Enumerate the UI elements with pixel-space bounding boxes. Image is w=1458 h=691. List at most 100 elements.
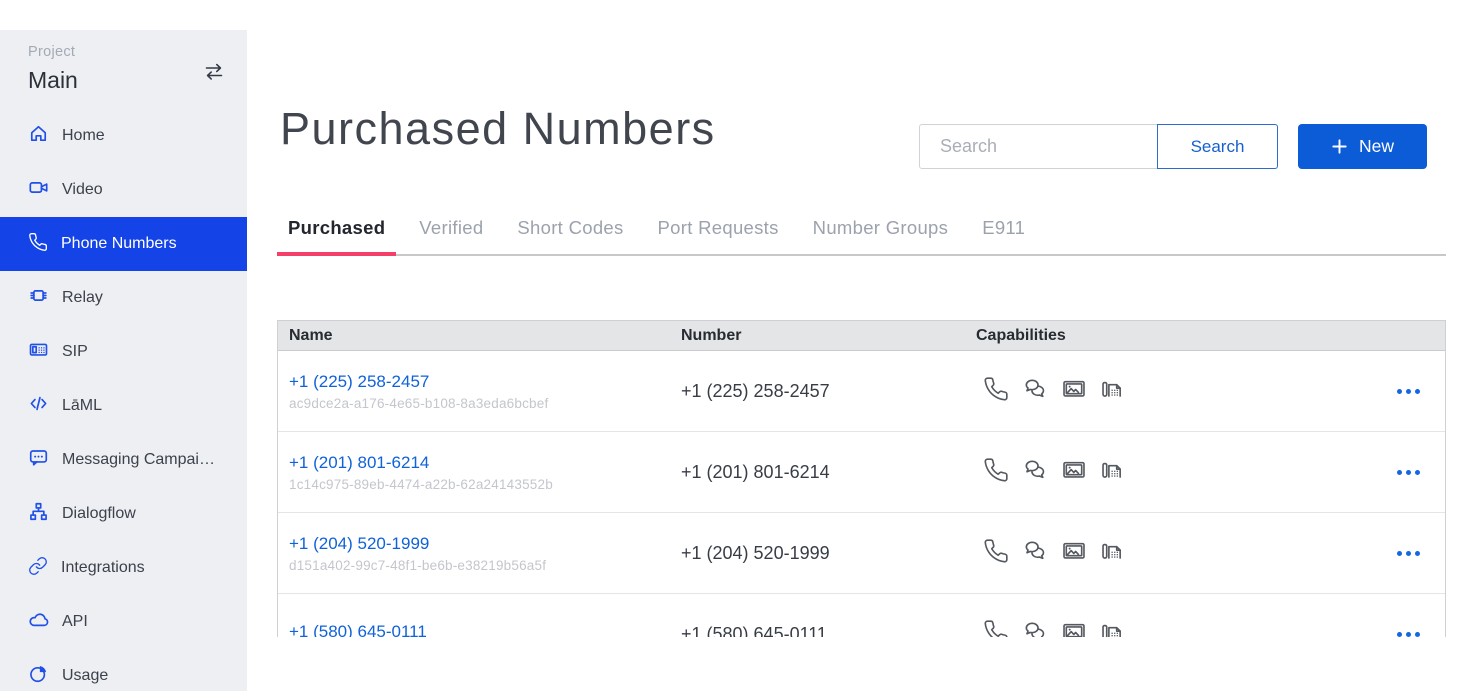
sidebar-item-label: Usage: [62, 667, 108, 685]
sidebar-item-label: Integrations: [61, 559, 145, 577]
sidebar-item-dialogflow[interactable]: Dialogflow: [0, 487, 247, 541]
column-header-number: Number: [670, 327, 965, 345]
link-icon: [28, 556, 48, 581]
sidebar-item-usage[interactable]: Usage: [0, 649, 247, 691]
main-content: Purchased Numbers Search New Purchased V…: [247, 0, 1458, 691]
app-window: Project Main Home Video Phone Numbers Re…: [0, 0, 1458, 691]
number-cell: +1 (580) 645-0111: [670, 624, 965, 638]
numbers-table: Name Number Capabilities +1 (225) 258-24…: [277, 320, 1446, 637]
row-actions-menu-icon[interactable]: [1397, 545, 1420, 562]
chip-icon: [28, 285, 49, 311]
capabilities-cell: [965, 619, 1331, 638]
fax-icon: [1100, 457, 1126, 488]
sidebar-item-phone-numbers[interactable]: Phone Numbers: [0, 217, 247, 271]
phone-icon: [28, 232, 48, 257]
number-name-link[interactable]: +1 (204) 520-1999: [289, 534, 429, 554]
voice-icon: [983, 457, 1009, 488]
number-name-link[interactable]: +1 (225) 258-2457: [289, 372, 429, 392]
search-button[interactable]: Search: [1157, 124, 1278, 169]
name-cell: +1 (201) 801-6214 1c14c975-89eb-4474-a22…: [278, 453, 670, 492]
tab-purchased[interactable]: Purchased: [277, 217, 396, 254]
row-actions-menu-icon[interactable]: [1397, 626, 1420, 638]
name-cell: +1 (204) 520-1999 d151a402-99c7-48f1-be6…: [278, 534, 670, 573]
sidebar-item-sip[interactable]: SIP: [0, 325, 247, 379]
tab-port-requests[interactable]: Port Requests: [647, 217, 790, 254]
sidebar-item-label: Dialogflow: [62, 505, 136, 523]
numbers-table-viewport: Name Number Capabilities +1 (225) 258-24…: [277, 320, 1446, 637]
home-icon: [28, 123, 49, 149]
new-button-label: New: [1359, 136, 1394, 157]
actions-cell: [1331, 464, 1445, 481]
page-title: Purchased Numbers: [280, 103, 716, 155]
sidebar-item-relay[interactable]: Relay: [0, 271, 247, 325]
number-uuid: 1c14c975-89eb-4474-a22b-62a24143552b: [289, 477, 670, 492]
table-header-row: Name Number Capabilities: [278, 321, 1445, 351]
capabilities-cell: [965, 538, 1331, 569]
voice-icon: [983, 376, 1009, 407]
name-cell: +1 (580) 645-0111: [278, 622, 670, 637]
actions-cell: [1331, 545, 1445, 562]
number-cell: +1 (204) 520-1999: [670, 543, 965, 564]
sidebar-item-label: Home: [62, 127, 105, 145]
column-header-capabilities: Capabilities: [965, 327, 1331, 345]
sidebar-item-messaging-campaigns[interactable]: Messaging Campai…: [0, 433, 247, 487]
sms-icon: [1022, 538, 1048, 569]
cloud-icon: [28, 609, 49, 635]
mms-icon: [1061, 538, 1087, 569]
actions-cell: [1331, 383, 1445, 400]
sidebar: Project Main Home Video Phone Numbers Re…: [0, 30, 247, 691]
mms-icon: [1061, 619, 1087, 638]
tab-verified[interactable]: Verified: [408, 217, 494, 254]
sidebar-item-integrations[interactable]: Integrations: [0, 541, 247, 595]
actions-cell: [1331, 626, 1445, 638]
number-uuid: d151a402-99c7-48f1-be6b-e38219b56a5f: [289, 558, 670, 573]
sidebar-nav: Home Video Phone Numbers Relay SIP LāML: [0, 109, 247, 691]
number-uuid: ac9dce2a-a176-4e65-b108-8a3eda6bcbef: [289, 396, 670, 411]
number-cell: +1 (225) 258-2457: [670, 381, 965, 402]
mms-icon: [1061, 376, 1087, 407]
fax-icon: [1100, 376, 1126, 407]
plus-icon: [1331, 138, 1348, 155]
row-actions-menu-icon[interactable]: [1397, 383, 1420, 400]
tab-short-codes[interactable]: Short Codes: [506, 217, 634, 254]
column-header-name: Name: [278, 327, 670, 345]
search-input[interactable]: [919, 124, 1158, 169]
new-button[interactable]: New: [1298, 124, 1427, 169]
header-controls: Search New: [919, 124, 1427, 169]
tab-number-groups[interactable]: Number Groups: [802, 217, 960, 254]
voice-icon: [983, 538, 1009, 569]
table-row: +1 (201) 801-6214 1c14c975-89eb-4474-a22…: [278, 432, 1445, 513]
capabilities-cell: [965, 457, 1331, 488]
project-name: Main: [28, 67, 223, 94]
sidebar-item-label: Video: [62, 181, 103, 199]
row-actions-menu-icon[interactable]: [1397, 464, 1420, 481]
number-name-link[interactable]: +1 (201) 801-6214: [289, 453, 429, 473]
sidebar-item-label: API: [62, 613, 88, 631]
sidebar-item-label: Relay: [62, 289, 103, 307]
swap-arrows-icon[interactable]: [201, 59, 227, 85]
table-row: +1 (580) 645-0111 +1 (580) 645-0111: [278, 594, 1445, 637]
sidebar-item-laml[interactable]: LāML: [0, 379, 247, 433]
pie-chart-icon: [28, 663, 49, 689]
desk-phone-icon: [28, 339, 49, 365]
sidebar-item-api[interactable]: API: [0, 595, 247, 649]
sms-icon: [1022, 619, 1048, 638]
capabilities-cell: [965, 376, 1331, 407]
project-label: Project: [28, 44, 223, 60]
sidebar-item-label: LāML: [62, 397, 102, 415]
chat-bubble-icon: [28, 447, 49, 473]
sidebar-item-video[interactable]: Video: [0, 163, 247, 217]
sidebar-item-home[interactable]: Home: [0, 109, 247, 163]
video-camera-icon: [28, 177, 49, 203]
tab-bar: Purchased Verified Short Codes Port Requ…: [277, 217, 1446, 256]
flowchart-icon: [28, 501, 49, 527]
sms-icon: [1022, 376, 1048, 407]
number-name-link[interactable]: +1 (580) 645-0111: [289, 622, 427, 637]
table-row: +1 (225) 258-2457 ac9dce2a-a176-4e65-b10…: [278, 351, 1445, 432]
number-cell: +1 (201) 801-6214: [670, 462, 965, 483]
code-icon: [28, 393, 49, 419]
fax-icon: [1100, 619, 1126, 638]
tab-e911[interactable]: E911: [971, 217, 1036, 254]
project-switcher: Project Main: [0, 30, 247, 94]
name-cell: +1 (225) 258-2457 ac9dce2a-a176-4e65-b10…: [278, 372, 670, 411]
